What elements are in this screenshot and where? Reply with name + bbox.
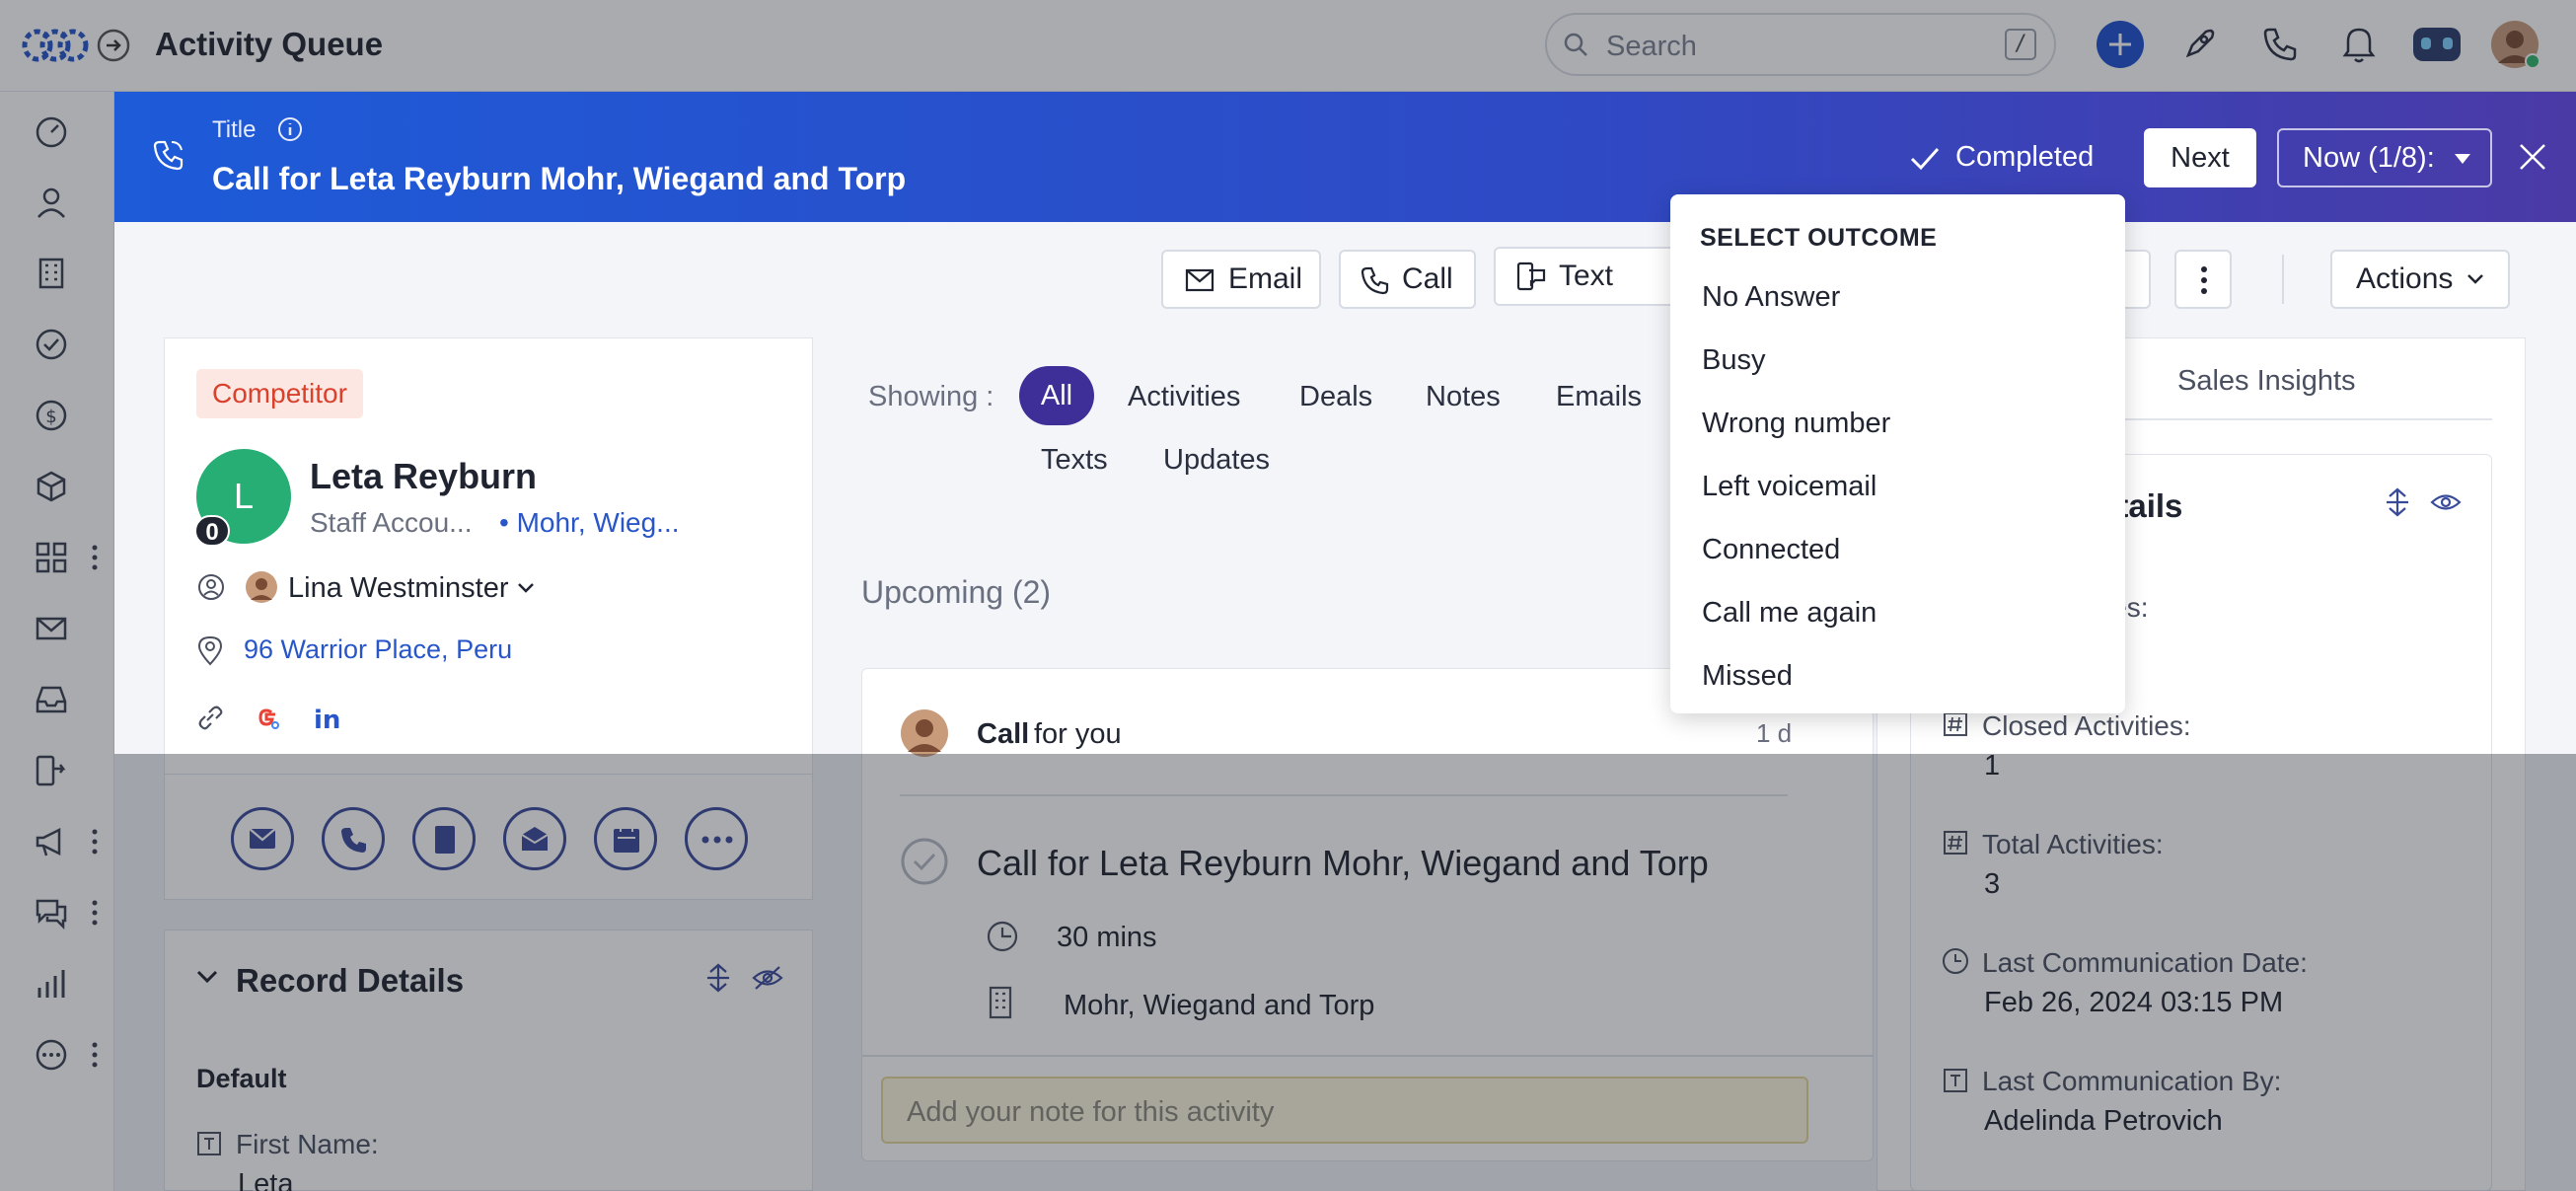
contact-address[interactable]: 96 Warrior Place, Peru (244, 634, 512, 665)
location-pin-icon (197, 635, 223, 666)
upcoming-heading: Upcoming (2) (861, 574, 1052, 610)
call-icon (153, 140, 184, 171)
outcome-left-voicemail[interactable]: Left voicemail (1702, 471, 1877, 503)
chevron-down-icon (2467, 274, 2483, 284)
menu-heading: SELECT OUTCOME (1700, 224, 1938, 252)
queue-position-dropdown[interactable]: Now (1/8): (2277, 128, 2492, 187)
queue-position-label: Now (1/8): (2303, 142, 2435, 174)
activity-assignee: for you (1034, 718, 1122, 750)
contact-company-link[interactable]: • Mohr, Wieg... (499, 507, 680, 539)
email-button-label: Email (1228, 262, 1303, 295)
more-vertical-icon (2201, 266, 2207, 294)
check-icon (1910, 147, 1940, 171)
call-button[interactable]: Call (1339, 250, 1476, 309)
filter-activities[interactable]: Activities (1128, 381, 1240, 413)
phone-icon (1361, 266, 1389, 295)
owner-avatar (246, 571, 277, 603)
number-field-icon (1944, 712, 1967, 736)
call-button-label: Call (1402, 262, 1453, 295)
chevron-down-icon[interactable] (517, 582, 535, 594)
tab-sales-insights[interactable]: Sales Insights (2177, 365, 2356, 398)
next-button[interactable]: Next (2144, 128, 2256, 187)
text-button[interactable]: Text (1494, 247, 1685, 306)
activity-type: Call (977, 718, 1030, 750)
email-icon (1185, 268, 1214, 292)
outcome-connected[interactable]: Connected (1702, 534, 1840, 566)
filter-texts[interactable]: Texts (1041, 444, 1108, 477)
filter-updates[interactable]: Updates (1163, 444, 1270, 477)
link-icon[interactable] (195, 703, 225, 732)
owner-name[interactable]: Lina Westminster (288, 572, 509, 605)
backdrop-overlay[interactable] (0, 92, 114, 1191)
actions-button-label: Actions (2356, 262, 2454, 295)
email-button[interactable]: Email (1161, 250, 1321, 309)
eye-icon[interactable] (2430, 489, 2462, 515)
competitor-tag: Competitor (196, 369, 363, 418)
title-label: Title (212, 116, 257, 143)
outcome-call-me-again[interactable]: Call me again (1702, 597, 1877, 630)
outcome-missed[interactable]: Missed (1702, 660, 1793, 693)
linkedin-icon[interactable]: in (312, 701, 341, 732)
completed-button[interactable]: Completed (1955, 141, 2094, 174)
more-options-button[interactable] (2174, 250, 2232, 309)
filter-all[interactable]: All (1019, 366, 1094, 425)
info-icon[interactable] (277, 116, 303, 142)
caret-down-icon (2455, 154, 2470, 164)
assignee-avatar (901, 709, 948, 757)
contact-role: Staff Accou... (310, 507, 473, 538)
outcome-no-answer[interactable]: No Answer (1702, 281, 1840, 314)
toolbar-divider (2282, 255, 2284, 304)
expand-collapse-icon[interactable] (2384, 487, 2411, 517)
filter-emails[interactable]: Emails (1556, 381, 1642, 413)
closed-activities-label: Closed Activities: (1982, 710, 2191, 741)
filter-deals[interactable]: Deals (1299, 381, 1372, 413)
contact-count-badge: 0 (194, 515, 230, 547)
select-outcome-menu: SELECT OUTCOME No Answer Busy Wrong numb… (1670, 194, 2125, 713)
contact-name[interactable]: Leta Reyburn (310, 456, 537, 497)
backdrop-overlay[interactable] (0, 0, 2576, 92)
close-icon[interactable] (2518, 142, 2547, 172)
google-search-icon[interactable] (252, 703, 281, 732)
owner-icon (198, 574, 224, 600)
sms-icon (1516, 261, 1546, 291)
outcome-wrong-number[interactable]: Wrong number (1702, 408, 1890, 440)
filter-notes[interactable]: Notes (1426, 381, 1501, 413)
showing-label: Showing : (868, 381, 994, 412)
activity-age: 1 d (1756, 718, 1793, 748)
outcome-busy[interactable]: Busy (1702, 344, 1765, 377)
text-button-label: Text (1559, 260, 1614, 292)
actions-menu-button[interactable]: Actions (2330, 250, 2510, 309)
backdrop-overlay[interactable] (114, 754, 2576, 1191)
activity-title: Call for Leta Reyburn Mohr, Wiegand and … (212, 161, 907, 196)
svg-text:in: in (314, 706, 340, 732)
